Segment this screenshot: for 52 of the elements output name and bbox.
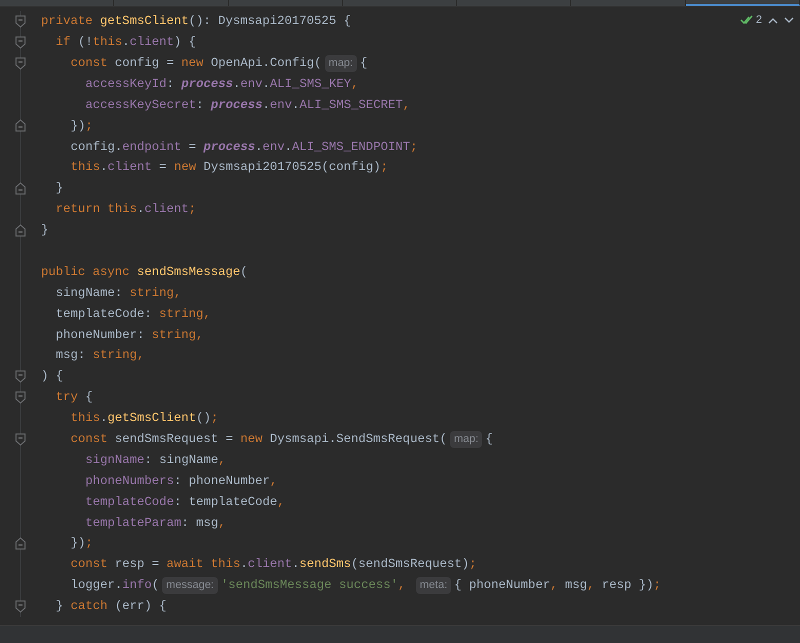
- fold-icon[interactable]: [14, 14, 26, 28]
- editor-tab[interactable]: [686, 0, 800, 6]
- code-text: 'sendSmsMessage success',: [220, 577, 406, 594]
- code-text: templateCode: string,: [56, 306, 211, 323]
- code-text: singName: string,: [56, 284, 182, 302]
- double-check-icon[interactable]: [740, 15, 753, 26]
- fold-icon[interactable]: [14, 36, 26, 49]
- fold-icon[interactable]: [14, 182, 26, 196]
- code-text: ) {: [41, 368, 64, 386]
- code-text: this.getSmsClient();: [70, 410, 218, 428]
- code-text: }: [56, 180, 64, 198]
- code-text: accessKeySecret: process.env.ALI_SMS_SECRET,: [85, 96, 410, 114]
- code-text: config.endpoint = process.env.ALI_SMS_ENDPOINT;: [70, 138, 418, 156]
- code-text: try {: [56, 389, 93, 406]
- code-text: logger.info(: [70, 577, 160, 594]
- inspection-count: 2: [756, 13, 762, 28]
- fold-icon[interactable]: [14, 370, 26, 384]
- code-text: }: [41, 222, 48, 240]
- code-text: const resp = await this.client.sendSms(sendSmsRequest);: [70, 556, 477, 574]
- code-text: });: [70, 535, 93, 552]
- parameter-hint: map:: [324, 54, 357, 72]
- code-text: msg: string,: [56, 347, 144, 364]
- fold-icon[interactable]: [14, 390, 26, 404]
- code-text: phoneNumber: string,: [56, 326, 204, 344]
- code-text: templateParam: msg,: [85, 514, 226, 532]
- code-text: templateCode: templateCode,: [85, 494, 285, 511]
- code-text: return this.client;: [56, 201, 196, 218]
- code-text: } catch (err) {: [56, 598, 166, 616]
- fold-icon[interactable]: [14, 537, 26, 550]
- code-text: private getSmsClient(): Dysmsapi20170525 {: [41, 13, 351, 30]
- code-text: {: [360, 55, 368, 72]
- fold-icon[interactable]: [14, 119, 26, 132]
- code-text: });: [70, 118, 93, 135]
- code-text: signName: singName,: [85, 452, 226, 469]
- fold-icon[interactable]: [14, 224, 26, 237]
- code-text: const config = new OpenApi.Config(: [70, 55, 322, 72]
- fold-icon[interactable]: [14, 56, 26, 70]
- chevron-up-icon[interactable]: [768, 16, 778, 24]
- code-text: {: [485, 431, 493, 448]
- parameter-hint: meta:: [416, 576, 452, 594]
- code-text: { phoneNumber, msg, resp });: [454, 577, 661, 594]
- fold-icon[interactable]: [14, 432, 26, 446]
- fold-icon[interactable]: [14, 600, 26, 613]
- chevron-down-icon[interactable]: [784, 16, 794, 24]
- parameter-hint: map:: [450, 430, 482, 448]
- code-text: if (!this.client) {: [56, 34, 196, 52]
- code-text: this.client = new Dysmsapi20170525(config);: [70, 159, 388, 176]
- code-text: public async sendSmsMessage(: [41, 264, 248, 281]
- code-text: phoneNumbers: phoneNumber,: [85, 472, 278, 490]
- code-text: accessKeyId: process.env.ALI_SMS_KEY,: [85, 76, 358, 93]
- parameter-hint: message:: [162, 576, 218, 594]
- code-text: const sendSmsRequest = new Dysmsapi.SendSmsRequest(: [70, 431, 447, 448]
